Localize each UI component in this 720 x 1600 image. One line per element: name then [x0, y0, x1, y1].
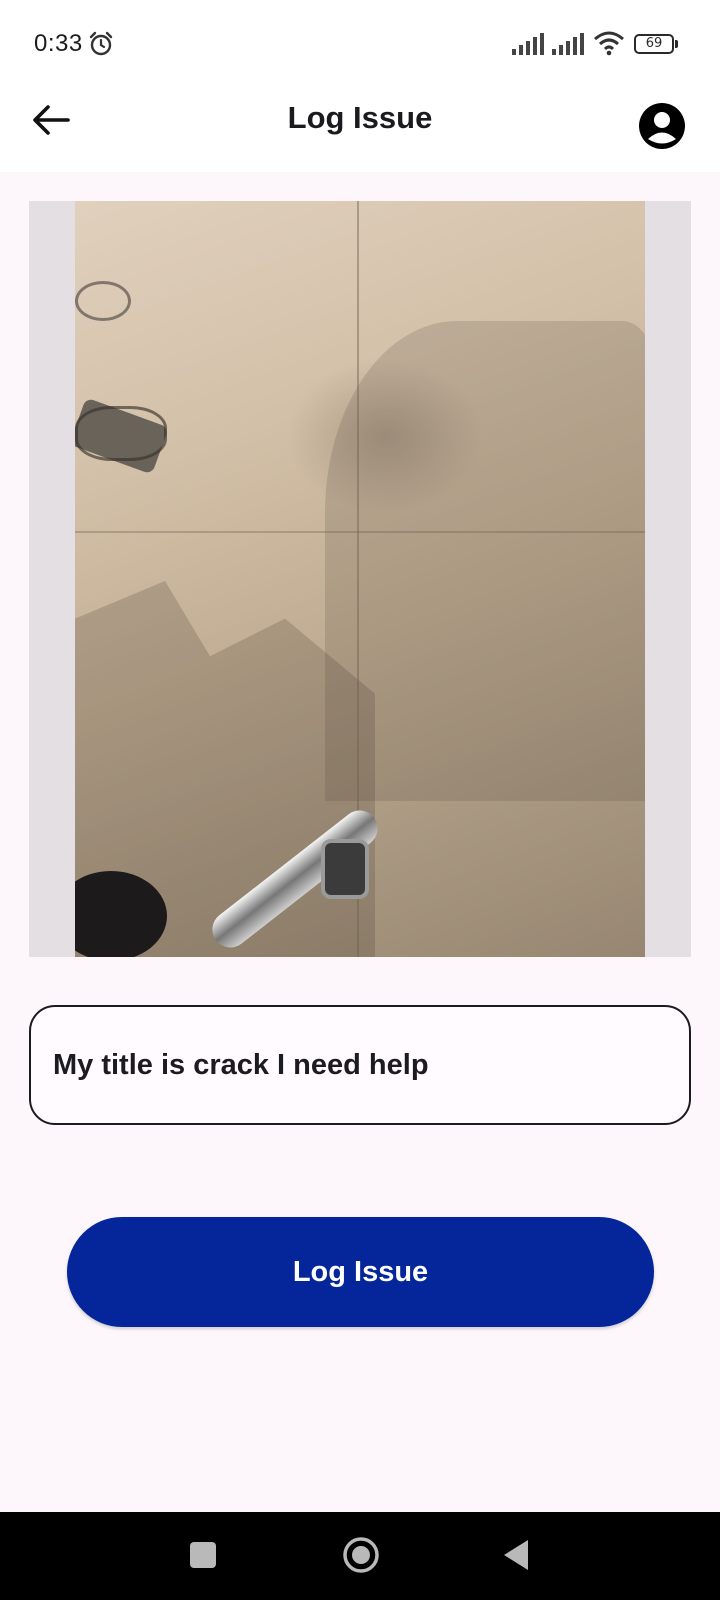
issue-title-value: My title is crack I need help — [53, 1048, 429, 1081]
photo-cable — [75, 406, 167, 461]
issue-photo[interactable] — [75, 201, 645, 957]
log-issue-button-label: Log Issue — [292, 1255, 429, 1288]
account-circle-icon[interactable] — [638, 102, 686, 150]
app-bar: Log Issue — [0, 88, 720, 172]
battery-tip — [675, 40, 678, 48]
photo-pipe-collar — [321, 839, 369, 899]
issue-title-input[interactable]: My title is crack I need help — [29, 1005, 691, 1125]
system-navigation-bar — [0, 1512, 720, 1600]
status-time: 0:33 — [34, 30, 83, 57]
home-icon[interactable] — [342, 1536, 380, 1574]
battery-level: 69 — [634, 34, 674, 54]
photo-cable — [75, 281, 131, 321]
signal-icon — [512, 33, 544, 55]
back-triangle-icon[interactable] — [502, 1538, 530, 1572]
battery-icon: 69 — [634, 34, 678, 54]
recents-icon[interactable] — [190, 1542, 216, 1568]
wifi-icon — [594, 31, 624, 56]
log-issue-button[interactable]: Log Issue — [67, 1217, 654, 1327]
alarm-icon — [89, 31, 113, 56]
status-bar: 0:33 69 — [0, 0, 720, 88]
signal-icon — [552, 33, 584, 55]
page-title: Log Issue — [287, 100, 433, 135]
photo-preview-frame — [29, 201, 691, 957]
tile-grout-line — [75, 531, 645, 533]
